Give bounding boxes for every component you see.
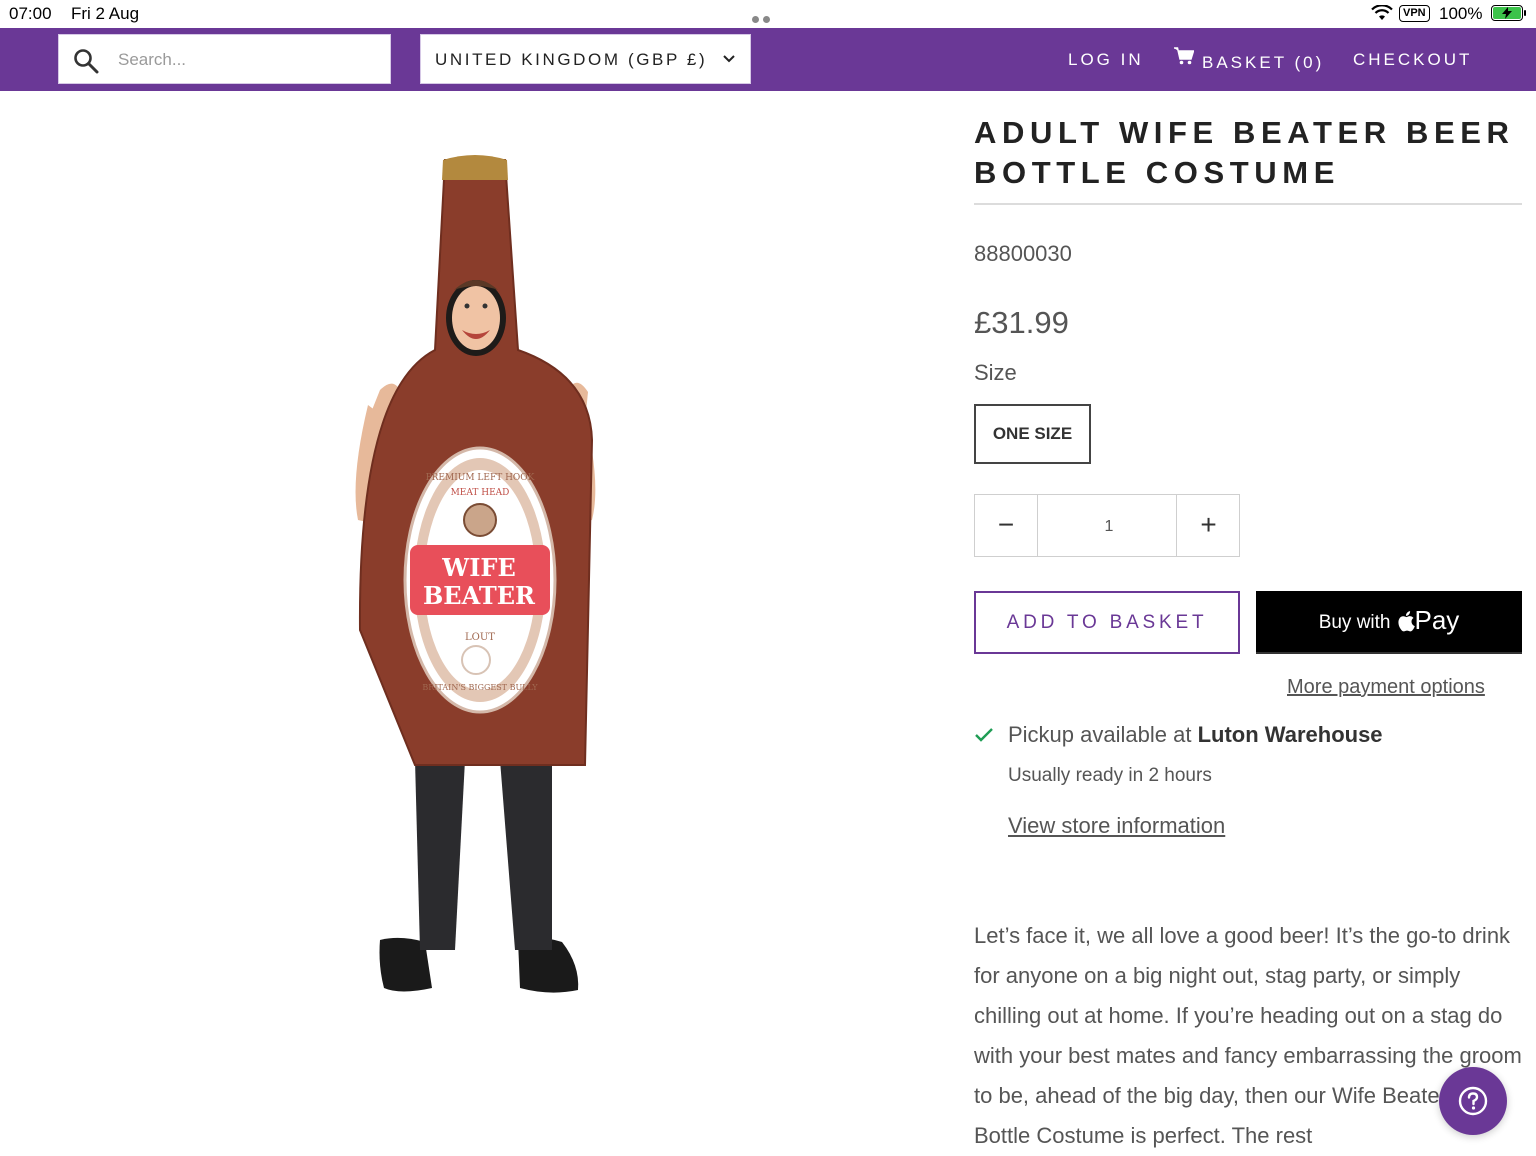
site-header: UNITED KINGDOM (GBP £) LOG IN BASKET (0)… (0, 28, 1536, 91)
chevron-down-icon (723, 55, 735, 63)
basket-link[interactable]: BASKET (0) (1174, 47, 1325, 73)
login-link[interactable]: LOG IN (1068, 50, 1144, 70)
multitasking-dots-icon[interactable] (752, 10, 784, 41)
more-payment-options-link[interactable]: More payment options (1287, 676, 1485, 699)
currency-selector[interactable]: UNITED KINGDOM (GBP £) (420, 34, 751, 84)
apple-pay-suffix: Pay (1414, 605, 1460, 635)
search-input[interactable] (116, 47, 380, 73)
product-title: ADULT WIFE BEATER BEER BOTTLE COSTUME (974, 115, 1515, 190)
apple-pay-button[interactable]: Buy with Pay (1256, 591, 1522, 654)
search-icon (74, 49, 99, 74)
help-button[interactable] (1439, 1067, 1507, 1135)
quantity-stepper: − + (974, 494, 1240, 558)
apple-logo-icon (1397, 611, 1415, 632)
battery-tip (1524, 10, 1526, 16)
cart-icon (1174, 47, 1195, 65)
battery-percent: 100% (1439, 4, 1483, 23)
view-store-information-link[interactable]: View store information (1008, 813, 1225, 839)
pickup-location: Luton Warehouse (1197, 722, 1383, 747)
check-icon (975, 728, 993, 742)
label-sub: MEAT HEAD (451, 488, 510, 498)
checkout-link[interactable]: CHECKOUT (1353, 50, 1472, 70)
quantity-increase-button[interactable]: + (1176, 495, 1240, 556)
size-option-one-size[interactable]: ONE SIZE (974, 404, 1091, 464)
size-label: Size (974, 360, 1017, 385)
plus-icon: + (1200, 509, 1217, 540)
currency-label: UNITED KINGDOM (GBP £) (435, 50, 708, 69)
product-price: £31.99 (974, 305, 1069, 340)
pickup-prefix: Pickup available at (1008, 722, 1192, 747)
battery-icon (1491, 5, 1523, 21)
product-description: Let’s face it, we all love a good beer! … (974, 923, 1522, 1148)
status-time: 07:00 (9, 4, 52, 23)
minus-icon: − (997, 509, 1015, 540)
title-divider (974, 203, 1522, 205)
product-sku: 88800030 (974, 241, 1072, 266)
label-bottom: LOUT (465, 632, 495, 643)
search-box[interactable] (58, 34, 391, 84)
basket-label: BASKET (0) (1202, 53, 1325, 72)
pickup-availability: Pickup available at Luton Warehouse (1008, 722, 1383, 748)
status-bar: 07:00 Fri 2 Aug VPN 100% (0, 0, 1536, 41)
quantity-input[interactable] (1038, 495, 1180, 558)
label-bottom-arc: BRITAIN'S BIGGEST BULLY (422, 683, 538, 692)
label-line1: WIFE (441, 553, 516, 582)
pickup-ready-time: Usually ready in 2 hours (1008, 765, 1212, 786)
quantity-decrease-button[interactable]: − (975, 495, 1038, 556)
product-image[interactable]: WIFE BEATER PREMIUM LEFT HOOK MEAT HEAD … (340, 150, 610, 1010)
label-line2: BEATER (423, 581, 536, 610)
label-top-arc: PREMIUM LEFT HOOK (426, 473, 535, 483)
question-mark-icon (1458, 1086, 1488, 1116)
status-date: Fri 2 Aug (71, 4, 140, 23)
wifi-icon (1371, 5, 1393, 20)
add-to-basket-button[interactable]: ADD TO BASKET (974, 591, 1240, 654)
apple-pay-prefix: Buy with (1318, 612, 1391, 633)
vpn-badge: VPN (1399, 5, 1430, 22)
